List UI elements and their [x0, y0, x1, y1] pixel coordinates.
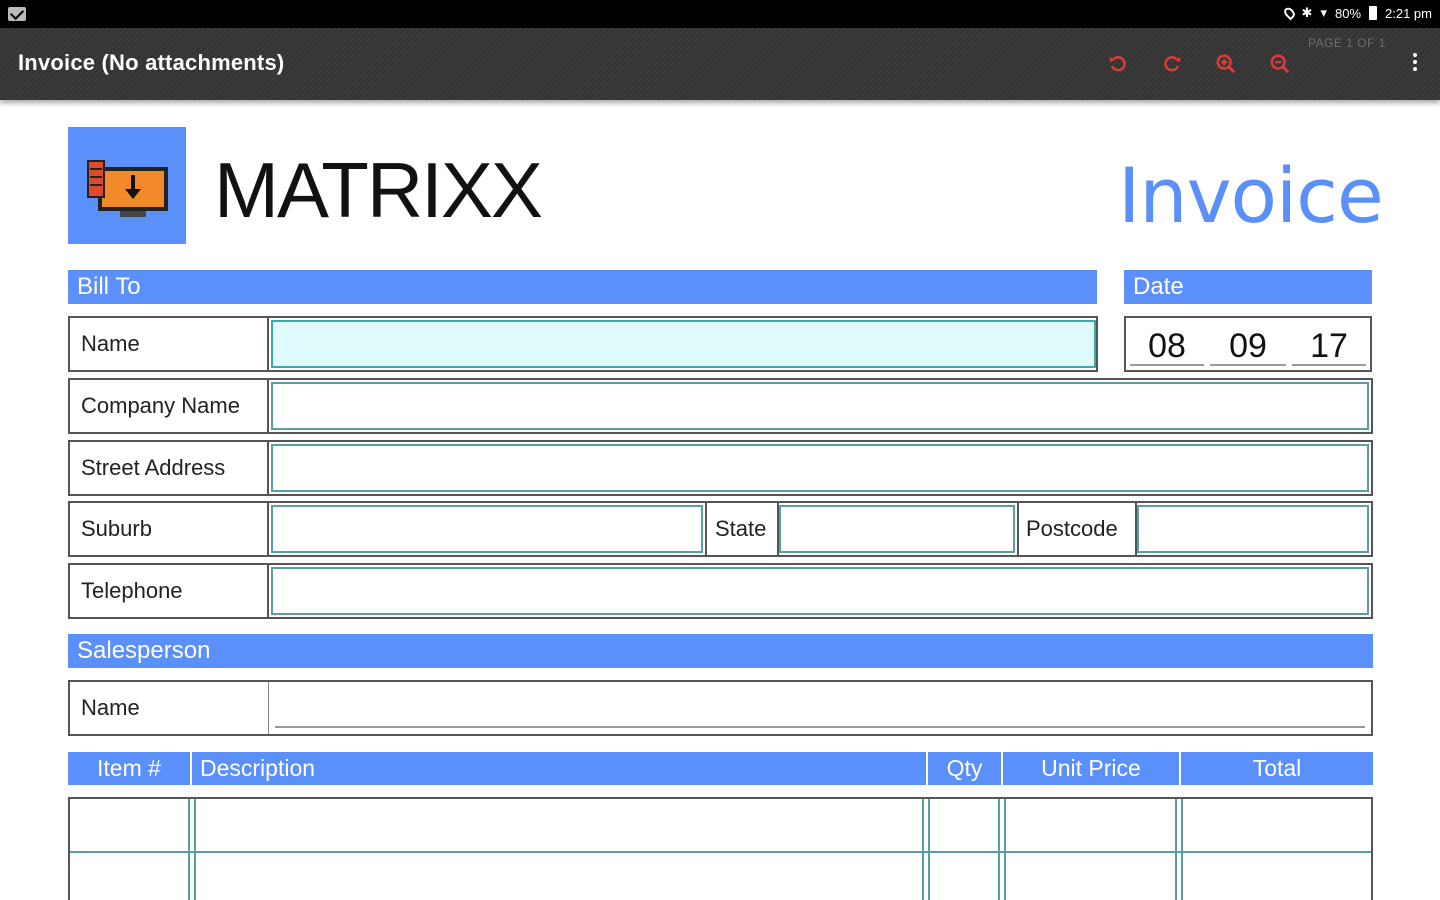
column-divider: [928, 799, 930, 900]
date-day-field[interactable]: 08: [1130, 326, 1204, 366]
name-label: Name: [70, 318, 269, 370]
location-icon: [1281, 5, 1297, 21]
column-divider: [194, 799, 196, 900]
column-header-description: Description: [192, 752, 926, 785]
rotate-right-button[interactable]: [1158, 50, 1186, 78]
telephone-row: Telephone: [68, 563, 1373, 619]
mail-icon: [8, 7, 26, 21]
zoom-in-icon: [1216, 54, 1236, 74]
computer-download-icon: [87, 160, 168, 217]
company-name-field[interactable]: [271, 382, 1369, 430]
zoom-out-icon: [1270, 54, 1290, 74]
column-header-item: Item #: [68, 752, 190, 785]
item-number-cell[interactable]: [72, 801, 186, 849]
page-indicator: PAGE 1 OF 1: [1308, 36, 1386, 50]
unit-price-cell[interactable]: [1008, 801, 1173, 849]
column-divider: [1175, 799, 1177, 900]
suburb-field[interactable]: [271, 505, 703, 553]
invoice-heading: Invoice: [1118, 151, 1384, 240]
postcode-field[interactable]: [1137, 505, 1369, 553]
system-icons: ✱ ▾ 80% 2:21 pm: [1281, 5, 1432, 21]
column-divider: [922, 799, 924, 900]
state-field[interactable]: [779, 505, 1015, 553]
date-field: 08 09 17: [1124, 316, 1372, 372]
bluetooth-icon: ✱: [1301, 5, 1313, 20]
suburb-label: Suburb: [70, 503, 269, 555]
salesperson-name-label: Name: [70, 682, 269, 734]
items-table: [68, 797, 1373, 900]
column-divider: [188, 799, 190, 900]
company-name-label: Company Name: [70, 380, 269, 432]
date-year-field[interactable]: 17: [1292, 326, 1366, 366]
bill-to-header: Bill To: [68, 270, 1097, 304]
date-header: Date: [1124, 270, 1372, 304]
document-title: Invoice (No attachments): [18, 50, 285, 75]
row-divider: [70, 851, 1371, 853]
column-divider: [998, 799, 1000, 900]
bill-to-name-field[interactable]: [271, 320, 1096, 368]
suburb-row: Suburb State Postcode: [68, 501, 1373, 557]
overflow-menu-icon[interactable]: [1404, 50, 1426, 78]
column-divider: [1181, 799, 1183, 900]
rotate-left-icon: [1109, 56, 1126, 72]
salesperson-name-row: Name: [68, 680, 1373, 736]
status-bar: ✱ ▾ 80% 2:21 pm: [0, 0, 1440, 28]
battery-icon: [1369, 6, 1378, 20]
salesperson-header: Salesperson: [68, 634, 1373, 668]
column-header-qty: Qty: [928, 752, 1001, 785]
street-address-label: Street Address: [70, 442, 269, 494]
company-logo: [68, 127, 186, 244]
telephone-field[interactable]: [271, 567, 1369, 615]
clock: 2:21 pm: [1385, 5, 1432, 21]
company-name: MATRIXX: [214, 146, 543, 234]
app-bar: Invoice (No attachments) PAGE 1 OF 1: [0, 28, 1440, 100]
rotate-right-icon: [1164, 56, 1181, 72]
company-name-row: Company Name: [68, 378, 1373, 434]
signal-icon: ▾: [1320, 5, 1327, 20]
state-label: State: [705, 503, 779, 555]
salesperson-name-field[interactable]: [275, 682, 1365, 728]
column-header-unit-price: Unit Price: [1003, 752, 1179, 785]
column-divider: [1004, 799, 1006, 900]
description-cell[interactable]: [198, 801, 920, 849]
column-header-total: Total: [1181, 752, 1373, 785]
rotate-left-button[interactable]: [1104, 50, 1132, 78]
postcode-label: Postcode: [1017, 503, 1137, 555]
zoom-in-button[interactable]: [1212, 50, 1240, 78]
battery-percent: 80%: [1334, 5, 1362, 21]
street-address-row: Street Address: [68, 440, 1373, 496]
qty-cell[interactable]: [932, 801, 996, 849]
date-month-field[interactable]: 09: [1210, 326, 1286, 366]
street-address-field[interactable]: [271, 444, 1369, 492]
total-cell[interactable]: [1185, 801, 1369, 849]
bill-to-name-row: Name: [68, 316, 1098, 372]
zoom-out-button[interactable]: [1266, 50, 1294, 78]
telephone-label: Telephone: [70, 565, 269, 617]
